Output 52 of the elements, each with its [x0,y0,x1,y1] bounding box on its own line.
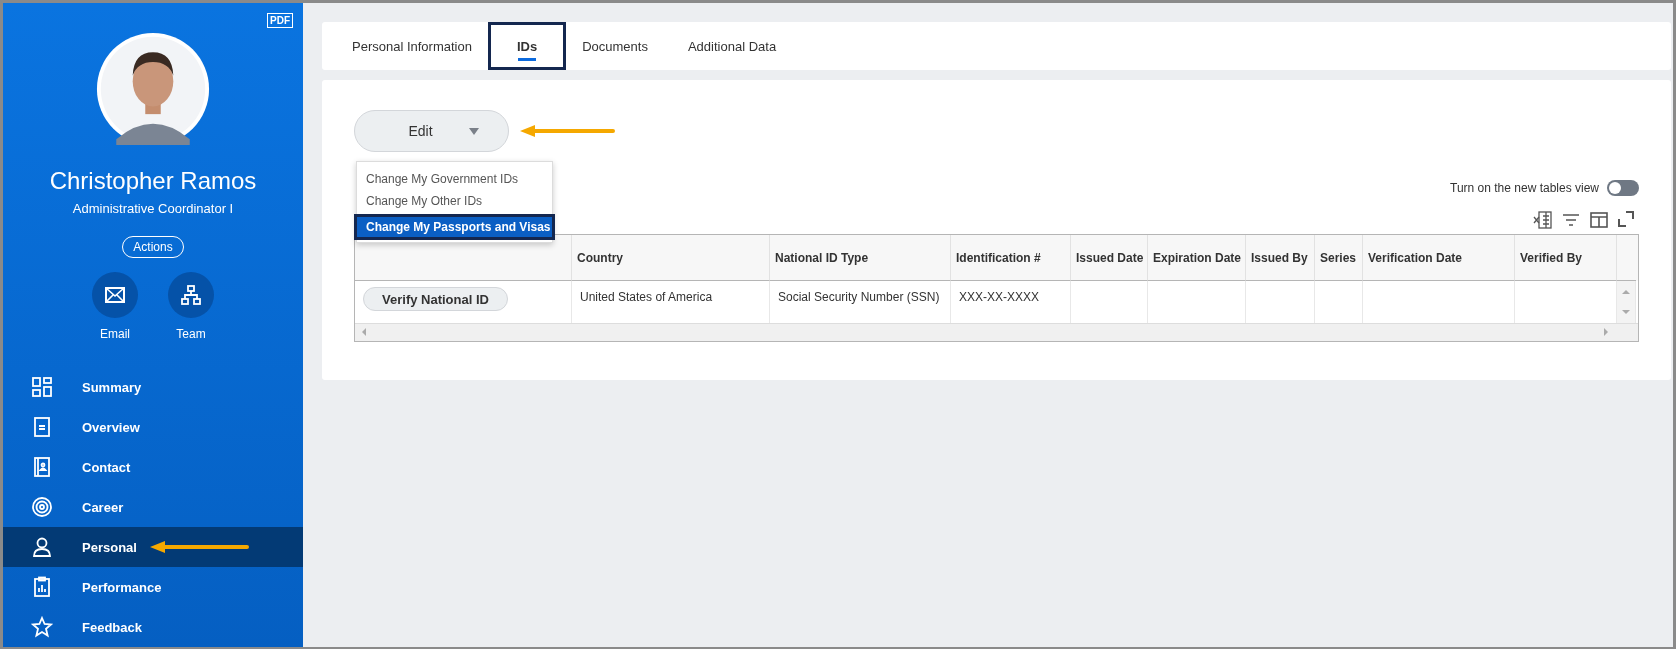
arrow-icon [519,124,615,138]
profile-name: Christopher Ramos [49,167,257,195]
team-button[interactable] [168,272,214,318]
toggle-label: Turn on the new tables view [1450,181,1599,195]
horizontal-scrollbar[interactable] [355,323,1638,341]
column-header: Verification Date [1363,235,1515,281]
nav-item[interactable]: Performance [3,567,303,607]
column-header: Issued Date [1071,235,1148,281]
column-header: Identification # [951,235,1071,281]
envelope-icon [105,287,125,303]
column-header: Issued By [1246,235,1315,281]
edit-button[interactable]: Edit [354,110,509,152]
vertical-scrollbar[interactable] [1617,281,1636,323]
caret-icon [468,127,479,135]
org-chart-icon [181,285,201,305]
nav-item[interactable]: Feedback [3,607,303,647]
table-cell: XXX-XX-XXXX [959,290,1040,304]
column-header: Verified By [1515,235,1617,281]
menu-item[interactable]: Change My Passports and Visas [354,214,555,240]
column-header: Series [1315,235,1363,281]
verify-button[interactable]: Verify National ID [363,287,508,311]
toggle-switch[interactable] [1607,180,1639,196]
grid-icon [31,376,53,398]
nav-item[interactable]: Summary [3,367,303,407]
table-cell: Social Security Number (SSN) [778,290,940,304]
excel-export-icon[interactable] [1533,210,1553,230]
quick-action-label: Email [100,327,130,341]
document-icon [31,416,53,438]
menu-item[interactable]: Change My Other IDs [357,190,552,212]
clipboard-icon [31,576,53,598]
fullscreen-icon[interactable] [1617,210,1635,228]
tab[interactable]: Additional Data [667,22,797,70]
arrow-icon [148,540,249,554]
column-header: Country [572,235,770,281]
email-button[interactable] [92,272,138,318]
columns-icon[interactable] [1589,210,1609,230]
nav-item[interactable]: Contact [3,447,303,487]
nav-item[interactable]: Personal [3,527,303,567]
job-title: Administrative Coordinator I [72,201,234,216]
contact-card-icon [31,456,53,478]
star-icon [31,616,53,638]
nav-item[interactable]: Overview [3,407,303,447]
column-header: Expiration Date [1148,235,1246,281]
menu-item[interactable]: Change My Government IDs [357,168,552,190]
person-icon [31,536,53,558]
tab[interactable]: IDs [487,22,567,70]
table-cell: United States of America [580,290,713,304]
pdf-button[interactable]: PDF [267,13,293,28]
column-header: National ID Type [770,235,951,281]
quick-action-label: Team [176,327,206,341]
target-icon [31,496,53,518]
nav-item[interactable]: Career [3,487,303,527]
